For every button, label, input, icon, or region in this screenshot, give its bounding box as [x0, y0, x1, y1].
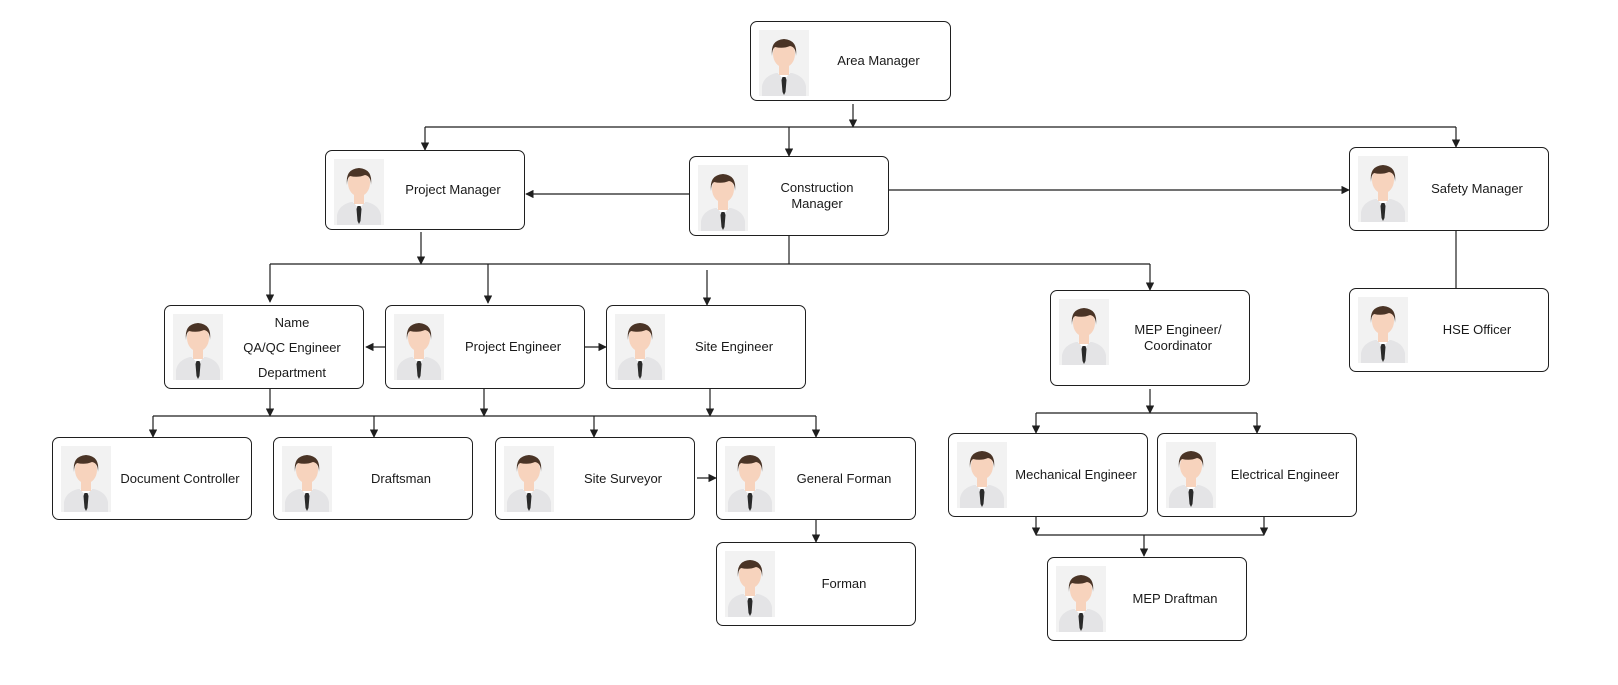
node-label-line: Coordinator [1144, 338, 1212, 353]
node-mechanical-engineer[interactable]: Mechanical Engineer [948, 433, 1148, 517]
node-site-surveyor[interactable]: Site Surveyor [495, 437, 695, 520]
node-label: Electrical Engineer [1222, 434, 1348, 516]
node-label: Forman [781, 543, 907, 625]
person-avatar-icon [759, 30, 809, 96]
node-label: Project Engineer [450, 306, 576, 388]
node-label-line: Safety Manager [1431, 181, 1523, 196]
node-label-line: Project Manager [405, 182, 501, 197]
node-label-line: MEP Draftman [1132, 591, 1218, 606]
person-avatar-icon [1358, 297, 1408, 363]
node-label-line: General Forman [796, 470, 892, 486]
node-label-line: Electrical Engineer [1230, 467, 1340, 482]
node-document-controller[interactable]: Document Controller [52, 437, 252, 520]
node-label-line: Site Surveyor [583, 470, 663, 486]
node-label: HSE Officer [1414, 289, 1540, 371]
node-label: Site Engineer [671, 306, 797, 388]
node-label: MEP Draftman [1112, 558, 1238, 640]
person-avatar-icon [394, 314, 444, 380]
node-general-forman[interactable]: General Forman [716, 437, 916, 520]
person-avatar-icon [334, 159, 384, 225]
node-project-engineer[interactable]: Project Engineer [385, 305, 585, 389]
node-label: Document Controller [117, 438, 243, 519]
node-label: Name QA/QC Engineer Department [229, 306, 355, 388]
person-avatar-icon [61, 446, 111, 512]
node-mep-engineer[interactable]: MEP Engineer/Coordinator [1050, 290, 1250, 386]
node-label-line: Forman [821, 576, 867, 591]
person-avatar-icon [173, 314, 223, 380]
node-area-manager[interactable]: Area Manager [750, 21, 951, 101]
org-chart-canvas: Area Manager Project Manager Constructio… [0, 0, 1618, 685]
node-label: MEP Engineer/Coordinator [1115, 291, 1241, 385]
person-avatar-icon [1056, 566, 1106, 632]
node-label-line: HSE Officer [1442, 322, 1512, 337]
person-avatar-icon [698, 165, 748, 231]
node-mep-draftman[interactable]: MEP Draftman [1047, 557, 1247, 641]
node-label-line: Name [274, 314, 310, 330]
node-label-line: Site Engineer [694, 339, 774, 354]
node-label-line: Document Controller [120, 470, 240, 486]
person-avatar-icon [1166, 442, 1216, 508]
node-label: Construction Manager [754, 157, 880, 235]
node-construction-manager[interactable]: Construction Manager [689, 156, 889, 236]
node-label-line: Project Engineer [464, 339, 562, 354]
node-label: Draftsman [338, 438, 464, 519]
node-label-line: QA/QC Engineer [243, 339, 341, 355]
person-avatar-icon [1059, 299, 1109, 365]
node-electrical-engineer[interactable]: Electrical Engineer [1157, 433, 1357, 517]
node-label-line: Construction Manager [780, 180, 854, 211]
node-label: Project Manager [390, 151, 516, 229]
node-label: Mechanical Engineer [1013, 434, 1139, 516]
person-avatar-icon [282, 446, 332, 512]
node-hse-officer[interactable]: HSE Officer [1349, 288, 1549, 372]
node-forman[interactable]: Forman [716, 542, 916, 626]
node-label: Area Manager [815, 22, 942, 100]
person-avatar-icon [725, 446, 775, 512]
person-avatar-icon [504, 446, 554, 512]
node-label: Site Surveyor [560, 438, 686, 519]
node-label: General Forman [781, 438, 907, 519]
node-project-manager[interactable]: Project Manager [325, 150, 525, 230]
node-label-line: Draftsman [371, 470, 431, 486]
node-label-line: Area Manager [837, 53, 920, 68]
person-avatar-icon [957, 442, 1007, 508]
node-label: Safety Manager [1414, 148, 1540, 230]
node-safety-manager[interactable]: Safety Manager [1349, 147, 1549, 231]
person-avatar-icon [615, 314, 665, 380]
node-label-line: Mechanical Engineer [1015, 467, 1137, 482]
node-site-engineer[interactable]: Site Engineer [606, 305, 806, 389]
node-label-line: MEP Engineer/ [1134, 322, 1222, 337]
person-avatar-icon [725, 551, 775, 617]
node-label-line: Department [258, 364, 326, 380]
node-draftsman[interactable]: Draftsman [273, 437, 473, 520]
node-qaqc-engineer[interactable]: Name QA/QC Engineer Department [164, 305, 364, 389]
person-avatar-icon [1358, 156, 1408, 222]
